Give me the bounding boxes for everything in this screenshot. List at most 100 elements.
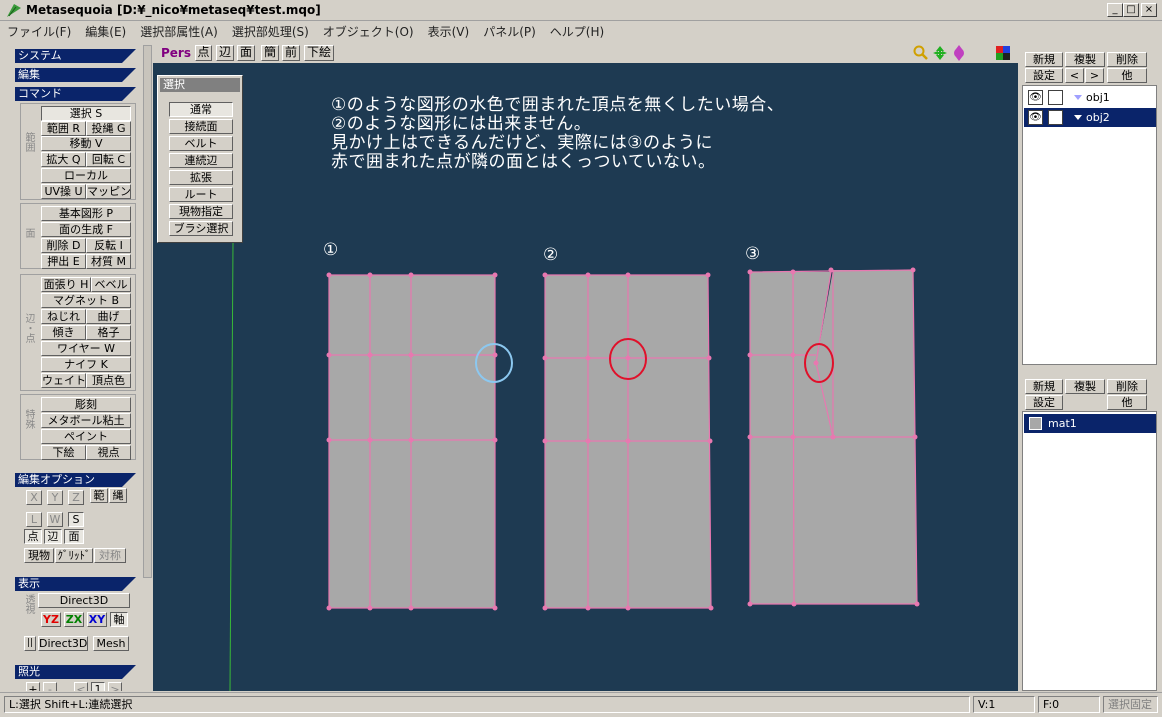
close-button[interactable]: × [1141,3,1157,17]
bend-button[interactable]: 曲げ [86,309,131,324]
underlay-button[interactable]: 下絵 [41,445,86,460]
menu-help[interactable]: ヘルプ(H) [543,21,611,42]
select-connected-button[interactable]: 接続面 [169,119,233,134]
option-grid-button[interactable]: ｸﾞﾘｯﾄﾞ [55,548,93,563]
option-edge-button[interactable]: 辺 [44,529,62,544]
select-brush-button[interactable]: ブラシ選択 [169,221,233,236]
underlay-toggle-button[interactable]: 下絵 [304,45,334,61]
section-command[interactable]: コマンド [15,87,136,101]
option-l-button[interactable]: L [26,512,42,527]
select-palette-title[interactable]: 選択 [160,78,240,92]
collapse-triangle-icon[interactable] [1074,95,1082,100]
uv-button[interactable]: UV操 U [41,184,86,199]
menu-selection[interactable]: 選択部処理(S) [225,21,316,42]
menu-edit[interactable]: 編集(E) [78,21,133,42]
magnet-button[interactable]: マグネット B [41,293,131,308]
option-z-button[interactable]: Z [68,490,84,505]
section-display[interactable]: 表示 [15,577,136,591]
color-palette-icon[interactable] [996,46,1010,60]
select-current-button[interactable]: 現物指定 [169,204,233,219]
select-belt-button[interactable]: ベルト [169,136,233,151]
lock-toggle[interactable] [1048,90,1063,105]
flip-button[interactable]: 反転 I [86,238,131,253]
vertex-color-button[interactable]: 頂点色 [86,373,131,388]
object-copy-button[interactable]: 複製 [1065,52,1105,67]
light-add-button[interactable]: + [26,682,40,691]
tilt-button[interactable]: 傾き [41,325,86,340]
xy-view-button[interactable]: XY [87,612,107,627]
wire-button[interactable]: ワイヤー W [41,341,131,356]
knife-button[interactable]: ナイフ K [41,357,131,372]
material-delete-button[interactable]: 削除 [1107,379,1147,394]
pause-icon[interactable]: || [24,636,36,651]
selection-lock-toggle[interactable]: 選択固定 [1103,696,1158,713]
object-row-obj2[interactable]: 👁 obj2 [1024,108,1156,127]
section-edit[interactable]: 編集 [15,68,136,82]
lasso-button[interactable]: 投縄 G [86,121,131,136]
material-button[interactable]: 材質 M [86,254,131,269]
minimize-button[interactable]: _ [1107,3,1123,17]
menu-view[interactable]: 表示(V) [421,21,477,42]
object-up-button[interactable]: < [1065,68,1084,83]
face-fill-button[interactable]: 面張り H [41,277,91,292]
show-edge-button[interactable]: 辺 [216,45,234,61]
object-row-obj1[interactable]: 👁 obj1 [1024,88,1156,107]
option-range-button[interactable]: 範 [90,488,108,503]
menu-file[interactable]: ファイル(F) [0,21,78,42]
material-settings-button[interactable]: 設定 [1025,395,1063,410]
object-other-button[interactable]: 他 [1107,68,1147,83]
yz-view-button[interactable]: YZ [41,612,61,627]
light-remove-button[interactable]: - [43,682,57,691]
option-face-button[interactable]: 面 [64,529,84,544]
object-new-button[interactable]: 新規 [1025,52,1063,67]
option-current-button[interactable]: 現物 [24,548,54,563]
direct3d-toggle-button[interactable]: Direct3D [38,636,88,651]
section-light[interactable]: 照光 [15,665,136,679]
local-button[interactable]: ローカル [41,168,131,183]
metaball-button[interactable]: メタボール粘土 [41,413,131,428]
rotate-view-icon[interactable] [951,45,967,61]
option-y-button[interactable]: Y [47,490,63,505]
delete-button[interactable]: 削除 D [41,238,86,253]
material-new-button[interactable]: 新規 [1025,379,1063,394]
menu-object[interactable]: オブジェクト(O) [316,21,421,42]
paint-button[interactable]: ペイント [41,429,131,444]
select-button[interactable]: 選択 S [41,106,131,121]
scale-button[interactable]: 拡大 Q [41,152,86,167]
visibility-eye-icon[interactable]: 👁 [1028,90,1043,105]
simple-view-button[interactable]: 簡 [261,45,279,61]
3d-viewport[interactable]: ① ② ③ ①のような図形の水色で囲まれた頂点を無くしたい場合、 ②のような図形… [153,43,1018,691]
material-row-mat1[interactable]: mat1 [1024,414,1156,433]
light-prev-button[interactable]: < [74,682,88,691]
select-route-button[interactable]: ルート [169,187,233,202]
command-panel-scrollbar[interactable] [143,45,152,578]
option-vertex-button[interactable]: 点 [24,529,42,544]
extrude-button[interactable]: 押出 E [41,254,86,269]
direct3d-button[interactable]: Direct3D [38,593,130,608]
visibility-eye-icon[interactable]: 👁 [1028,110,1043,125]
select-normal-button[interactable]: 通常 [169,102,233,117]
object-settings-button[interactable]: 設定 [1025,68,1063,83]
create-face-button[interactable]: 面の生成 F [41,222,131,237]
twist-button[interactable]: ねじれ [41,309,86,324]
axis-toggle-button[interactable]: 軸 [110,612,128,627]
primitive-button[interactable]: 基本図形 P [41,206,131,221]
object-list[interactable]: 👁 obj1 👁 obj2 [1022,85,1157,365]
object-down-button[interactable]: > [1085,68,1104,83]
option-lasso-button[interactable]: 縄 [109,488,127,503]
material-copy-button[interactable]: 複製 [1065,379,1105,394]
show-vertex-button[interactable]: 点 [195,45,212,61]
section-edit-option[interactable]: 編集オプション [15,473,136,487]
menu-attribute[interactable]: 選択部属性(A) [133,21,225,42]
sculpt-button[interactable]: 彫刻 [41,397,131,412]
pan-icon[interactable] [932,45,948,61]
zx-view-button[interactable]: ZX [64,612,84,627]
select-expand-button[interactable]: 拡張 [169,170,233,185]
material-other-button[interactable]: 他 [1107,395,1147,410]
front-view-button[interactable]: 前 [282,45,300,61]
viewpoint-button[interactable]: 視点 [86,445,131,460]
lattice-button[interactable]: 格子 [86,325,131,340]
mesh-toggle-button[interactable]: Mesh [93,636,129,651]
move-button[interactable]: 移動 V [41,136,131,151]
perspective-label[interactable]: Pers [161,46,191,60]
